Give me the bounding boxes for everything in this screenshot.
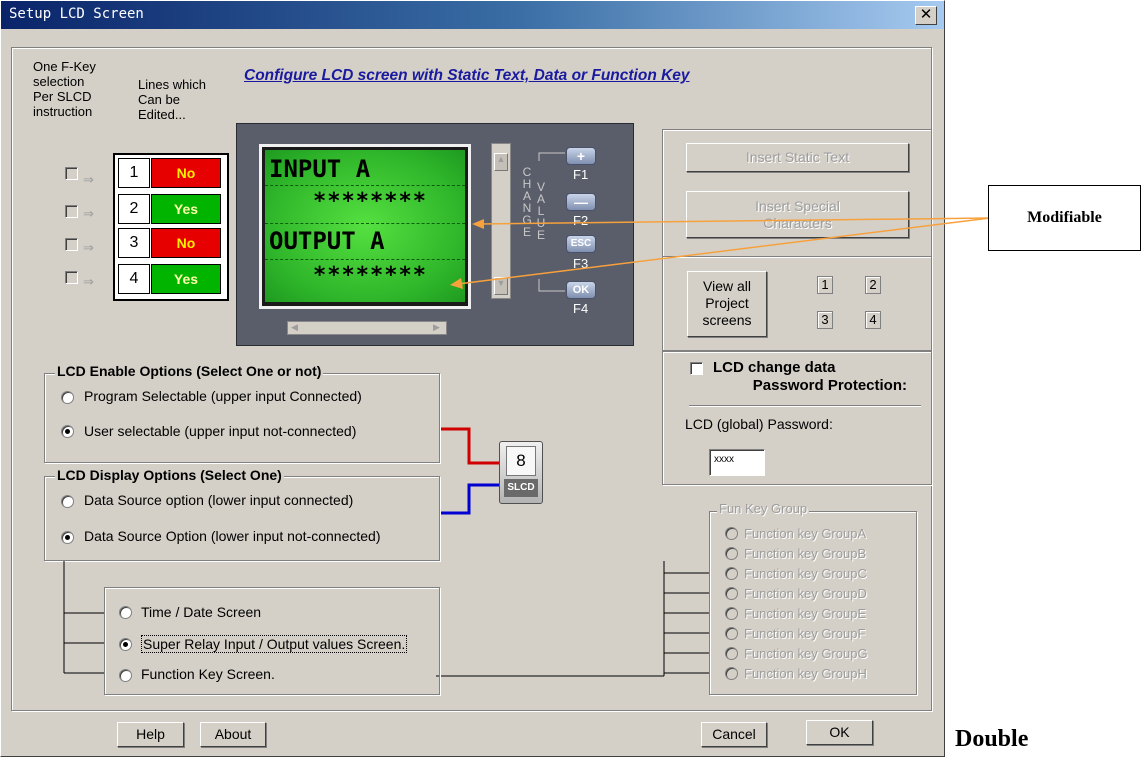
double-annotation: Double: [955, 726, 1029, 752]
modifiable-annotation: Modifiable: [988, 185, 1141, 251]
annotation-arrows: [450, 217, 991, 289]
